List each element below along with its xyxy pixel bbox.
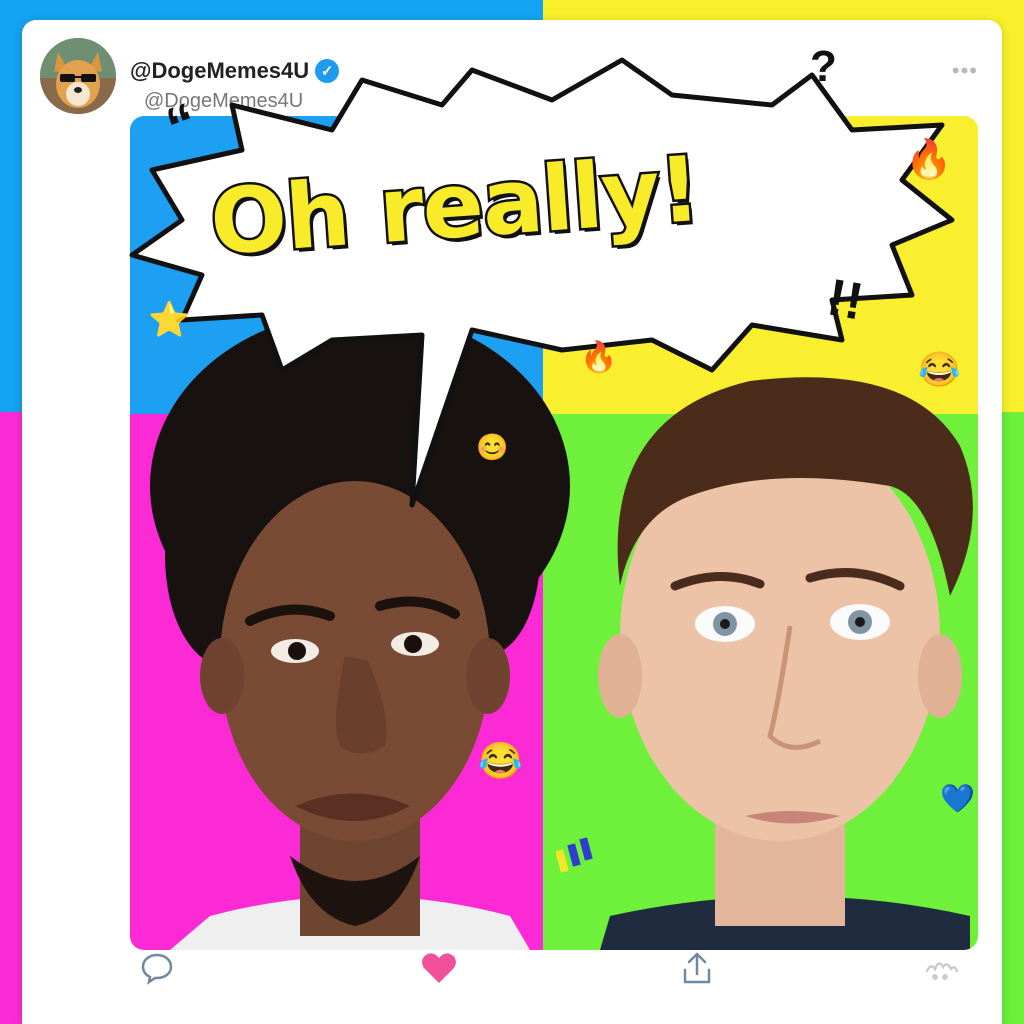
analytics-button[interactable] — [918, 945, 964, 991]
laughing-emoji-icon-2: 😂 — [478, 740, 523, 781]
avatar[interactable] — [40, 38, 116, 114]
star-emoji-icon: ⭐ — [148, 301, 191, 339]
heart-icon — [422, 953, 456, 983]
confetti-marks-icon — [556, 837, 593, 873]
fire-emoji-icon: 🔥 — [905, 139, 953, 181]
post-actions — [0, 945, 1024, 1005]
fire-emoji-icon-2: 🔥 — [580, 341, 618, 374]
comment-icon — [141, 953, 173, 985]
heart-emoji-icon: 💙 — [940, 783, 975, 814]
share-button[interactable] — [674, 945, 720, 991]
share-icon — [683, 952, 711, 984]
laughing-emoji-icon: 😂 — [918, 351, 961, 389]
smile-emoji-icon: 😊 — [476, 432, 509, 462]
analytics-icon — [925, 962, 959, 980]
doge-avatar-icon — [40, 38, 116, 114]
question-mark: ? — [810, 42, 837, 91]
reply-button[interactable] — [134, 945, 180, 991]
like-button[interactable] — [416, 945, 462, 991]
